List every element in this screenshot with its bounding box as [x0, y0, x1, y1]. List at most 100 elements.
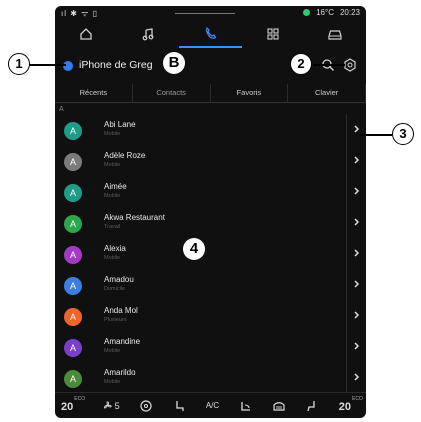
phone-header: iPhone de Greg	[55, 48, 366, 84]
outside-temperature: 16°C	[316, 8, 334, 17]
steering-heat-icon[interactable]	[139, 399, 153, 413]
callout-3-line	[360, 134, 392, 136]
contact-name: Alexia	[104, 244, 126, 253]
avatar: A	[64, 184, 82, 202]
contact-details-button[interactable]	[346, 238, 366, 269]
connected-phone-name[interactable]: iPhone de Greg	[79, 59, 153, 71]
contact-details-button[interactable]	[346, 114, 366, 145]
contact-details-button[interactable]	[346, 362, 366, 393]
contact-name: Abi Lane	[104, 120, 136, 129]
contact-name: Anda Mol	[104, 306, 138, 315]
contact-list[interactable]: A Abi Lane Mobile A Adèle Roze Mobile A Aimée Mo…	[55, 114, 366, 393]
contact-row[interactable]: A Amandine Mobile	[55, 331, 366, 362]
avatar: A	[64, 370, 82, 388]
contact-row[interactable]: A Anda Mol Plusieurs	[55, 300, 366, 331]
status-icons: ıl ✱ ᯤ ▯	[61, 9, 99, 18]
contact-row[interactable]: A Amadou Domicile	[55, 269, 366, 300]
contact-row[interactable]: A Abi Lane Mobile	[55, 114, 366, 145]
chevron-right-icon	[354, 280, 360, 288]
contact-name: Amarildo	[104, 368, 136, 377]
apps-grid-icon	[267, 28, 279, 40]
nav-apps[interactable]	[242, 20, 304, 48]
contact-details-button[interactable]	[346, 145, 366, 176]
contact-name: Aimée	[104, 182, 127, 191]
avatar: A	[64, 308, 82, 326]
callout-1-line	[28, 64, 66, 66]
callout-2-line	[313, 64, 345, 66]
contact-type: Mobile	[104, 162, 121, 168]
nav-phone[interactable]	[179, 20, 242, 48]
status-divider	[175, 13, 235, 14]
clock: 20:23	[339, 8, 360, 17]
tab-favorites[interactable]: Favoris	[211, 84, 289, 102]
chevron-right-icon	[354, 373, 360, 381]
contact-type: Mobile	[104, 131, 121, 137]
tab-keypad[interactable]: Clavier	[288, 84, 366, 102]
contact-type: Mobile	[104, 193, 121, 199]
passenger-seat-icon[interactable]	[305, 399, 319, 413]
status-right: 16°C 20:23	[303, 8, 360, 17]
contact-name: Akwa Restaurant	[104, 213, 165, 222]
avatar: A	[64, 215, 82, 233]
section-letter: A	[59, 106, 64, 113]
chevron-right-icon	[354, 125, 360, 133]
tab-recents[interactable]: Récents	[55, 84, 133, 102]
chevron-right-icon	[354, 218, 360, 226]
contact-name: Amadou	[104, 275, 134, 284]
callout-3: 3	[392, 123, 414, 145]
fan-speed[interactable]: 5	[102, 400, 120, 411]
climate-bar: 20ECO 5 A/C 20ECO	[55, 392, 366, 418]
chevron-right-icon	[354, 156, 360, 164]
car-icon	[328, 30, 342, 40]
passenger-temperature[interactable]: 20ECO	[339, 396, 363, 415]
nav-vehicle[interactable]	[304, 20, 366, 48]
contact-row[interactable]: A Alexia Mobile	[55, 238, 366, 269]
phone-tabs: Récents Contacts Favoris Clavier	[55, 84, 366, 103]
recirculation-icon[interactable]	[239, 399, 253, 413]
contact-details-button[interactable]	[346, 300, 366, 331]
nav-music[interactable]	[117, 20, 179, 48]
contact-type: Travail	[104, 224, 121, 230]
music-icon	[142, 28, 154, 41]
contact-name: Adèle Roze	[104, 151, 146, 160]
contact-row[interactable]: A Amarildo Mobile	[55, 362, 366, 393]
defrost-icon[interactable]	[272, 399, 286, 413]
avatar: A	[64, 153, 82, 171]
chevron-right-icon	[354, 187, 360, 195]
contact-type: Domicile	[104, 286, 126, 292]
contact-type: Mobile	[104, 379, 121, 385]
avatar: A	[64, 246, 82, 264]
avatar: A	[64, 339, 82, 357]
contact-row[interactable]: A Adèle Roze Mobile	[55, 145, 366, 176]
chevron-right-icon	[354, 311, 360, 319]
contact-details-button[interactable]	[346, 207, 366, 238]
chevron-right-icon	[354, 342, 360, 350]
phone-icon	[205, 26, 216, 39]
contact-name: Amandine	[104, 337, 141, 346]
driver-temperature[interactable]: 20ECO	[61, 396, 85, 415]
callout-b: B	[163, 52, 185, 74]
fan-icon	[103, 401, 112, 409]
avatar: A	[64, 277, 82, 295]
bluetooth-connected-icon	[63, 61, 73, 71]
nav-home[interactable]	[55, 20, 117, 48]
top-navigation	[55, 20, 366, 48]
contact-details-button[interactable]	[346, 176, 366, 207]
seat-heat-icon[interactable]	[172, 399, 186, 413]
contact-row[interactable]: A Akwa Restaurant Travail	[55, 207, 366, 238]
avatar: A	[64, 122, 82, 140]
home-icon	[80, 28, 92, 40]
contact-details-button[interactable]	[346, 331, 366, 362]
status-bar: ıl ✱ ᯤ ▯ 16°C 20:23	[55, 6, 366, 20]
tab-contacts[interactable]: Contacts	[133, 84, 211, 102]
contact-type: Mobile	[104, 348, 121, 354]
contact-type: Mobile	[104, 255, 121, 261]
contact-details-button[interactable]	[346, 269, 366, 300]
callout-2: 2	[290, 53, 312, 75]
ac-button[interactable]: A/C	[206, 401, 219, 410]
contact-row[interactable]: A Aimée Mobile	[55, 176, 366, 207]
phone-screen: ıl ✱ ᯤ ▯ 16°C 20:23 iPhone de Greg Récen…	[55, 6, 366, 418]
callout-1: 1	[8, 53, 30, 75]
connection-dot-icon	[303, 9, 311, 16]
contact-type: Plusieurs	[104, 317, 127, 323]
